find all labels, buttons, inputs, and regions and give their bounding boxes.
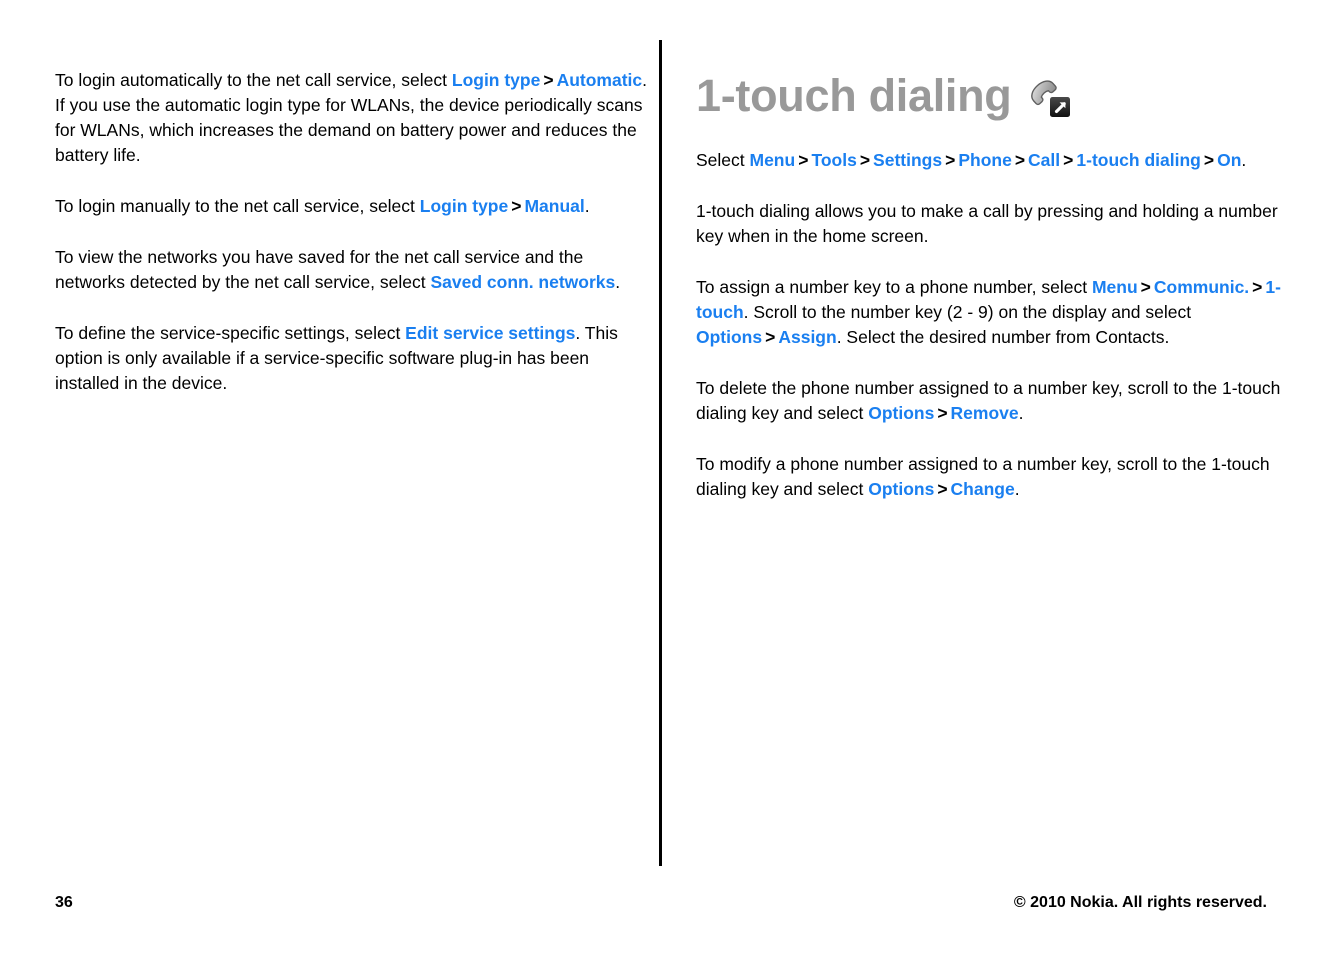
page-number: 36 [55, 894, 73, 911]
path-separator-icon: > [798, 150, 809, 170]
path-separator-icon: > [945, 150, 956, 170]
ui-reference-link[interactable]: Remove [951, 403, 1019, 423]
phone-handset-shortcut-icon [1025, 72, 1073, 120]
paragraph-manual-login: To login manually to the net call servic… [55, 194, 655, 219]
body-text: . [1018, 403, 1024, 423]
ui-reference-link[interactable]: Options [696, 327, 762, 347]
ui-reference-link[interactable]: Assign [778, 327, 836, 347]
body-text: . [1014, 479, 1020, 499]
body-text: . Scroll to the number key (2 - 9) on th… [743, 302, 1192, 322]
page-title: 1-touch dialing [696, 70, 1012, 121]
path-separator-icon: > [1252, 277, 1263, 297]
ui-reference-link[interactable]: Manual [524, 196, 584, 216]
body-text: Select [696, 150, 750, 170]
ui-reference-link[interactable]: On [1217, 150, 1241, 170]
body-text: . [584, 196, 590, 216]
path-separator-icon: > [1203, 150, 1215, 170]
ui-reference-link[interactable]: Options [868, 479, 934, 499]
body-text: . [615, 272, 621, 292]
body-text: To login manually to the net call servic… [55, 196, 420, 216]
body-text: To assign a number key to a phone number… [696, 277, 1092, 297]
body-text: 1-touch dialing allows you to make a cal… [696, 201, 1278, 246]
right-text-column: 1-touch dialing Select Menu > Tools > Se… [696, 68, 1296, 502]
path-separator-icon: > [1140, 277, 1151, 297]
ui-reference-link[interactable]: Phone [958, 150, 1011, 170]
ui-reference-link[interactable]: Communic. [1154, 277, 1249, 297]
paragraph-description: 1-touch dialing allows you to make a cal… [696, 199, 1296, 249]
ui-reference-link[interactable]: Settings [873, 150, 942, 170]
body-text: To login automatically to the net call s… [55, 70, 452, 90]
page-footer: 36 © 2010 Nokia. All rights reserved. [55, 890, 1267, 916]
ui-reference-link[interactable]: Login type [420, 196, 508, 216]
path-separator-icon: > [1014, 150, 1026, 170]
paragraph-service-settings: To define the service-specific settings,… [55, 321, 655, 396]
path-separator-icon: > [765, 327, 776, 347]
body-text: . [1241, 150, 1247, 170]
paragraph-saved-networks: To view the networks you have saved for … [55, 245, 655, 295]
body-text: . Select the desired number from Contact… [836, 327, 1170, 347]
ui-reference-link[interactable]: Menu [1092, 277, 1138, 297]
path-separator-icon: > [859, 150, 871, 170]
column-divider [659, 40, 662, 866]
ui-reference-link[interactable]: Saved conn. networks [430, 272, 615, 292]
ui-reference-link[interactable]: Options [868, 403, 934, 423]
copyright-notice: © 2010 Nokia. All rights reserved. [1013, 894, 1267, 911]
ui-reference-link[interactable]: Menu [750, 150, 796, 170]
path-separator-icon: > [1063, 150, 1074, 170]
paragraph-delete: To delete the phone number assigned to a… [696, 376, 1296, 426]
paragraph-menu-path: Select Menu > Tools > Settings > Phone > Call >1-… [696, 148, 1296, 173]
ui-reference-link[interactable]: 1-touch dialing [1076, 150, 1200, 170]
body-text: To define the service-specific settings,… [55, 323, 406, 343]
path-separator-icon: > [511, 196, 522, 216]
section-heading: 1-touch dialing [696, 68, 1296, 124]
left-text-column: To login automatically to the net call s… [55, 68, 655, 396]
paragraph-assign: To assign a number key to a phone number… [696, 275, 1296, 350]
ui-reference-link[interactable]: Call [1028, 150, 1060, 170]
paragraph-modify: To modify a phone number assigned to a n… [696, 452, 1296, 502]
manual-page: To login automatically to the net call s… [0, 0, 1322, 954]
path-separator-icon: > [937, 403, 948, 423]
right-column-body: Select Menu > Tools > Settings > Phone > Call >1-… [696, 148, 1296, 502]
ui-reference-link[interactable]: Tools [811, 150, 856, 170]
path-separator-icon: > [937, 479, 948, 499]
path-separator-icon: > [543, 70, 554, 90]
paragraph-auto-login: To login automatically to the net call s… [55, 68, 655, 168]
ui-reference-link[interactable]: Automatic [557, 70, 643, 90]
ui-reference-link[interactable]: Edit service settings [405, 323, 575, 343]
ui-reference-link[interactable]: Login type [452, 70, 540, 90]
ui-reference-link[interactable]: Change [951, 479, 1015, 499]
